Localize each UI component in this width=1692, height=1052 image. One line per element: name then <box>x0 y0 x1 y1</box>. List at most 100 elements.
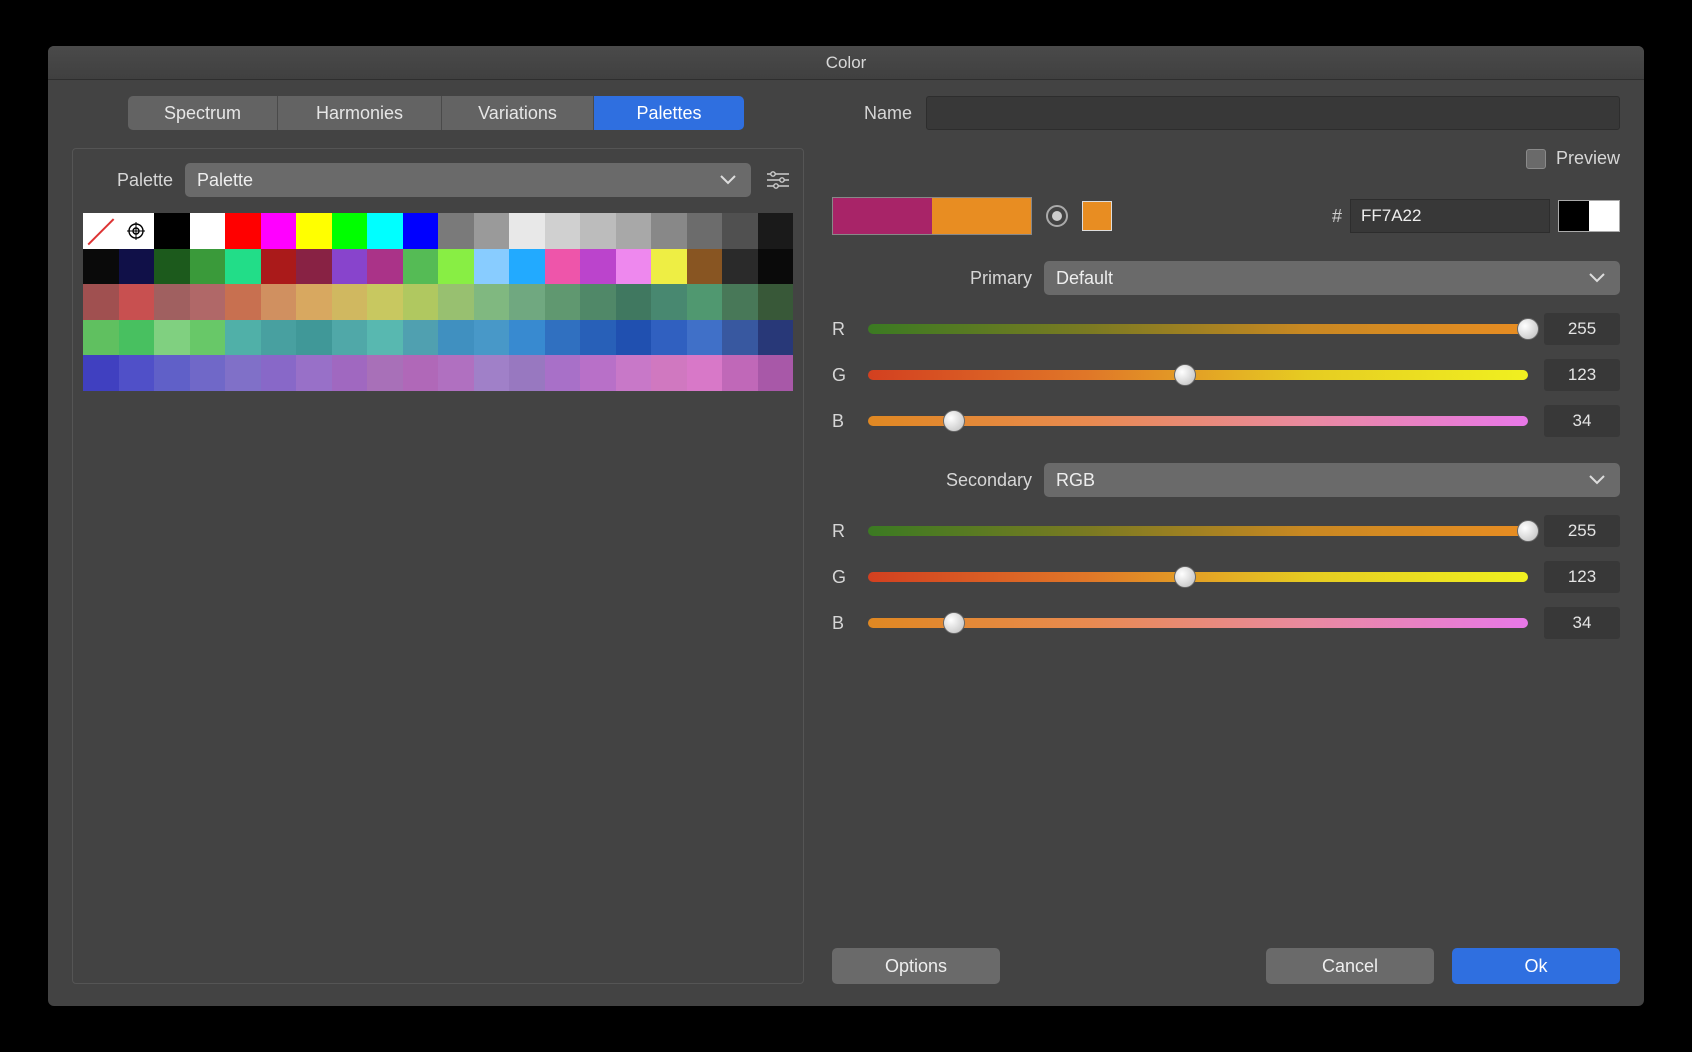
color-swatch[interactable] <box>367 249 403 285</box>
slider-thumb[interactable] <box>943 612 965 634</box>
slider-thumb[interactable] <box>1517 520 1539 542</box>
color-swatch[interactable] <box>580 249 616 285</box>
color-swatch[interactable] <box>758 213 794 249</box>
color-swatch[interactable] <box>261 284 297 320</box>
color-swatch[interactable] <box>403 249 439 285</box>
color-swatch[interactable] <box>758 355 794 391</box>
previous-color-swatch[interactable] <box>833 198 932 234</box>
color-swatch[interactable] <box>225 213 261 249</box>
color-swatch[interactable] <box>190 249 226 285</box>
ok-button[interactable]: Ok <box>1452 948 1620 984</box>
color-swatch[interactable] <box>119 355 155 391</box>
color-swatch[interactable] <box>509 320 545 356</box>
preview-checkbox[interactable] <box>1526 149 1546 169</box>
color-swatch[interactable] <box>438 249 474 285</box>
primary-select[interactable]: Default <box>1044 261 1620 295</box>
color-swatch[interactable] <box>438 355 474 391</box>
name-input[interactable] <box>926 96 1620 130</box>
slider-r[interactable] <box>868 526 1528 536</box>
color-swatch[interactable] <box>332 213 368 249</box>
color-swatch[interactable] <box>225 249 261 285</box>
color-swatch[interactable] <box>616 355 652 391</box>
slider-value-r[interactable]: 255 <box>1544 313 1620 345</box>
slider-value-r[interactable]: 255 <box>1544 515 1620 547</box>
tab-palettes[interactable]: Palettes <box>594 96 744 130</box>
color-swatch[interactable] <box>687 320 723 356</box>
color-swatch[interactable] <box>616 249 652 285</box>
color-swatch[interactable] <box>296 284 332 320</box>
color-swatch[interactable] <box>367 284 403 320</box>
color-swatch[interactable] <box>119 320 155 356</box>
mini-swatch[interactable] <box>1082 201 1112 231</box>
color-swatch[interactable] <box>154 284 190 320</box>
slider-b[interactable] <box>868 618 1528 628</box>
tab-harmonies[interactable]: Harmonies <box>278 96 442 130</box>
color-swatch[interactable] <box>296 355 332 391</box>
color-swatch[interactable] <box>722 213 758 249</box>
color-swatch[interactable] <box>758 249 794 285</box>
black-white-swatch[interactable] <box>1558 200 1620 232</box>
hex-input[interactable] <box>1350 199 1550 233</box>
color-swatch[interactable] <box>403 355 439 391</box>
color-swatch[interactable] <box>367 213 403 249</box>
slider-value-b[interactable]: 34 <box>1544 607 1620 639</box>
cancel-button[interactable]: Cancel <box>1266 948 1434 984</box>
color-swatch[interactable] <box>545 355 581 391</box>
color-swatch[interactable] <box>722 249 758 285</box>
color-swatch[interactable] <box>83 284 119 320</box>
color-swatch[interactable] <box>651 213 687 249</box>
color-swatch[interactable] <box>296 249 332 285</box>
color-swatch[interactable] <box>154 320 190 356</box>
color-swatch[interactable] <box>225 355 261 391</box>
slider-thumb[interactable] <box>1174 364 1196 386</box>
slider-thumb[interactable] <box>1174 566 1196 588</box>
secondary-select[interactable]: RGB <box>1044 463 1620 497</box>
color-swatch[interactable] <box>332 284 368 320</box>
color-swatch[interactable] <box>438 284 474 320</box>
slider-thumb[interactable] <box>1517 318 1539 340</box>
slider-value-g[interactable]: 123 <box>1544 359 1620 391</box>
before-after-swatch[interactable] <box>832 197 1032 235</box>
color-target-radio[interactable] <box>1046 205 1068 227</box>
slider-r[interactable] <box>868 324 1528 334</box>
color-swatch[interactable] <box>438 320 474 356</box>
color-swatch[interactable] <box>261 320 297 356</box>
slider-thumb[interactable] <box>943 410 965 432</box>
color-swatch[interactable] <box>687 249 723 285</box>
color-swatch[interactable] <box>616 213 652 249</box>
color-swatch[interactable] <box>261 213 297 249</box>
color-swatch[interactable] <box>261 249 297 285</box>
color-swatch[interactable] <box>545 213 581 249</box>
color-swatch[interactable] <box>545 320 581 356</box>
tab-spectrum[interactable]: Spectrum <box>128 96 278 130</box>
color-swatch[interactable] <box>722 284 758 320</box>
color-swatch[interactable] <box>225 320 261 356</box>
color-swatch[interactable] <box>722 355 758 391</box>
color-swatch[interactable] <box>545 284 581 320</box>
color-swatch[interactable] <box>154 355 190 391</box>
color-swatch[interactable] <box>190 320 226 356</box>
color-swatch[interactable] <box>474 213 510 249</box>
color-swatch[interactable] <box>651 320 687 356</box>
current-color-swatch[interactable] <box>932 198 1031 234</box>
color-swatch[interactable] <box>83 355 119 391</box>
color-swatch[interactable] <box>367 355 403 391</box>
color-swatch[interactable] <box>616 320 652 356</box>
color-swatch[interactable] <box>687 284 723 320</box>
color-swatch[interactable] <box>190 284 226 320</box>
color-swatch[interactable] <box>758 284 794 320</box>
options-button[interactable]: Options <box>832 948 1000 984</box>
color-swatch[interactable] <box>83 320 119 356</box>
color-swatch[interactable] <box>580 284 616 320</box>
color-swatch[interactable] <box>119 213 155 249</box>
color-swatch[interactable] <box>651 249 687 285</box>
color-swatch[interactable] <box>580 213 616 249</box>
color-swatch[interactable] <box>83 213 119 249</box>
color-swatch[interactable] <box>509 249 545 285</box>
slider-b[interactable] <box>868 416 1528 426</box>
color-swatch[interactable] <box>509 284 545 320</box>
black-swatch[interactable] <box>1559 201 1589 231</box>
color-swatch[interactable] <box>296 320 332 356</box>
color-swatch[interactable] <box>474 355 510 391</box>
color-swatch[interactable] <box>438 213 474 249</box>
